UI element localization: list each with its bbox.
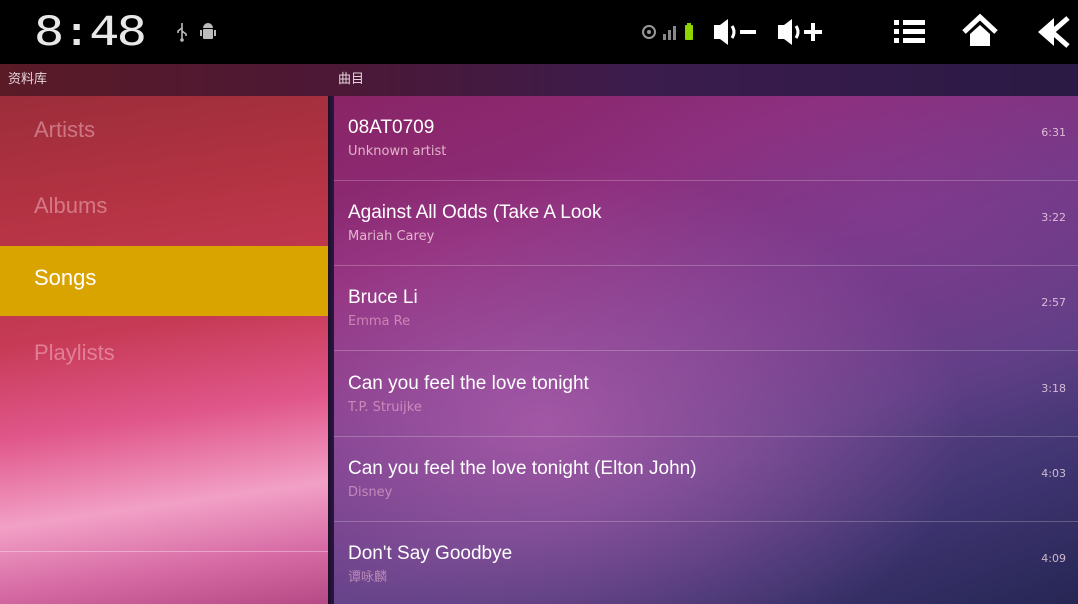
usb-icon [176, 22, 188, 47]
song-artist: T.P. Struijke [348, 400, 422, 415]
song-row[interactable]: Can you feel the love tonight (Elton Joh… [334, 437, 1078, 522]
battery-icon [684, 22, 694, 47]
song-title: Can you feel the love tonight [348, 373, 589, 394]
library-item-albums[interactable]: Albums [0, 174, 328, 244]
song-row[interactable]: Bruce Li Emma Re 2:57 [334, 266, 1078, 351]
song-row[interactable]: Can you feel the love tonight T.P. Strui… [334, 352, 1078, 437]
song-title: Can you feel the love tonight (Elton Joh… [348, 458, 697, 479]
song-duration: 6:31 [1041, 126, 1066, 139]
android-debug-icon [200, 22, 216, 47]
song-artist: Mariah Carey [348, 229, 435, 244]
menu-icon[interactable] [890, 12, 930, 52]
library-header: 资料库 [8, 72, 48, 87]
divider [0, 551, 328, 552]
song-list: 08AT0709 Unknown artist 6:31 Against All… [334, 96, 1078, 604]
library-item-songs[interactable]: Songs [0, 246, 328, 316]
tracks-header: 曲目 [338, 72, 365, 87]
song-artist: Disney [348, 485, 393, 500]
signal-icon [662, 22, 680, 47]
song-duration: 4:09 [1041, 552, 1066, 565]
song-artist: 谭咏麟 [348, 570, 388, 585]
song-duration: 2:57 [1041, 296, 1066, 309]
library-item-artists[interactable]: Artists [0, 98, 328, 168]
library-item-label: Albums [34, 193, 108, 218]
library-item-label: Artists [34, 117, 96, 142]
library-item-label: Playlists [34, 340, 115, 365]
song-row[interactable]: 08AT0709 Unknown artist 6:31 [334, 96, 1078, 181]
home-icon[interactable] [960, 12, 1000, 52]
song-duration: 4:03 [1041, 467, 1066, 480]
sync-icon [640, 22, 658, 47]
song-duration: 3:18 [1041, 382, 1066, 395]
song-title: 08AT0709 [348, 117, 435, 138]
library-item-playlists[interactable]: Playlists [0, 321, 328, 391]
song-row[interactable]: Against All Odds (Take A Look Mariah Car… [334, 181, 1078, 266]
back-icon[interactable] [1032, 12, 1072, 52]
library-item-label: Songs [34, 265, 97, 290]
section-header: 资料库 曲目 [0, 64, 1078, 96]
song-artist: Unknown artist [348, 144, 447, 159]
song-title: Bruce Li [348, 287, 418, 308]
song-title: Don't Say Goodbye [348, 543, 513, 564]
library-panel: Artists Albums Songs Playlists [0, 96, 328, 604]
volume-up-icon[interactable] [776, 12, 824, 52]
song-title: Against All Odds (Take A Look [348, 202, 602, 223]
song-duration: 3:22 [1041, 211, 1066, 224]
volume-down-icon[interactable] [712, 12, 758, 52]
song-artist: Emma Re [348, 314, 411, 329]
song-row[interactable]: Don't Say Goodbye 谭咏麟 4:09 [334, 522, 1078, 604]
status-bar: 8:48 [0, 0, 1078, 64]
clock: 8:48 [34, 9, 147, 55]
